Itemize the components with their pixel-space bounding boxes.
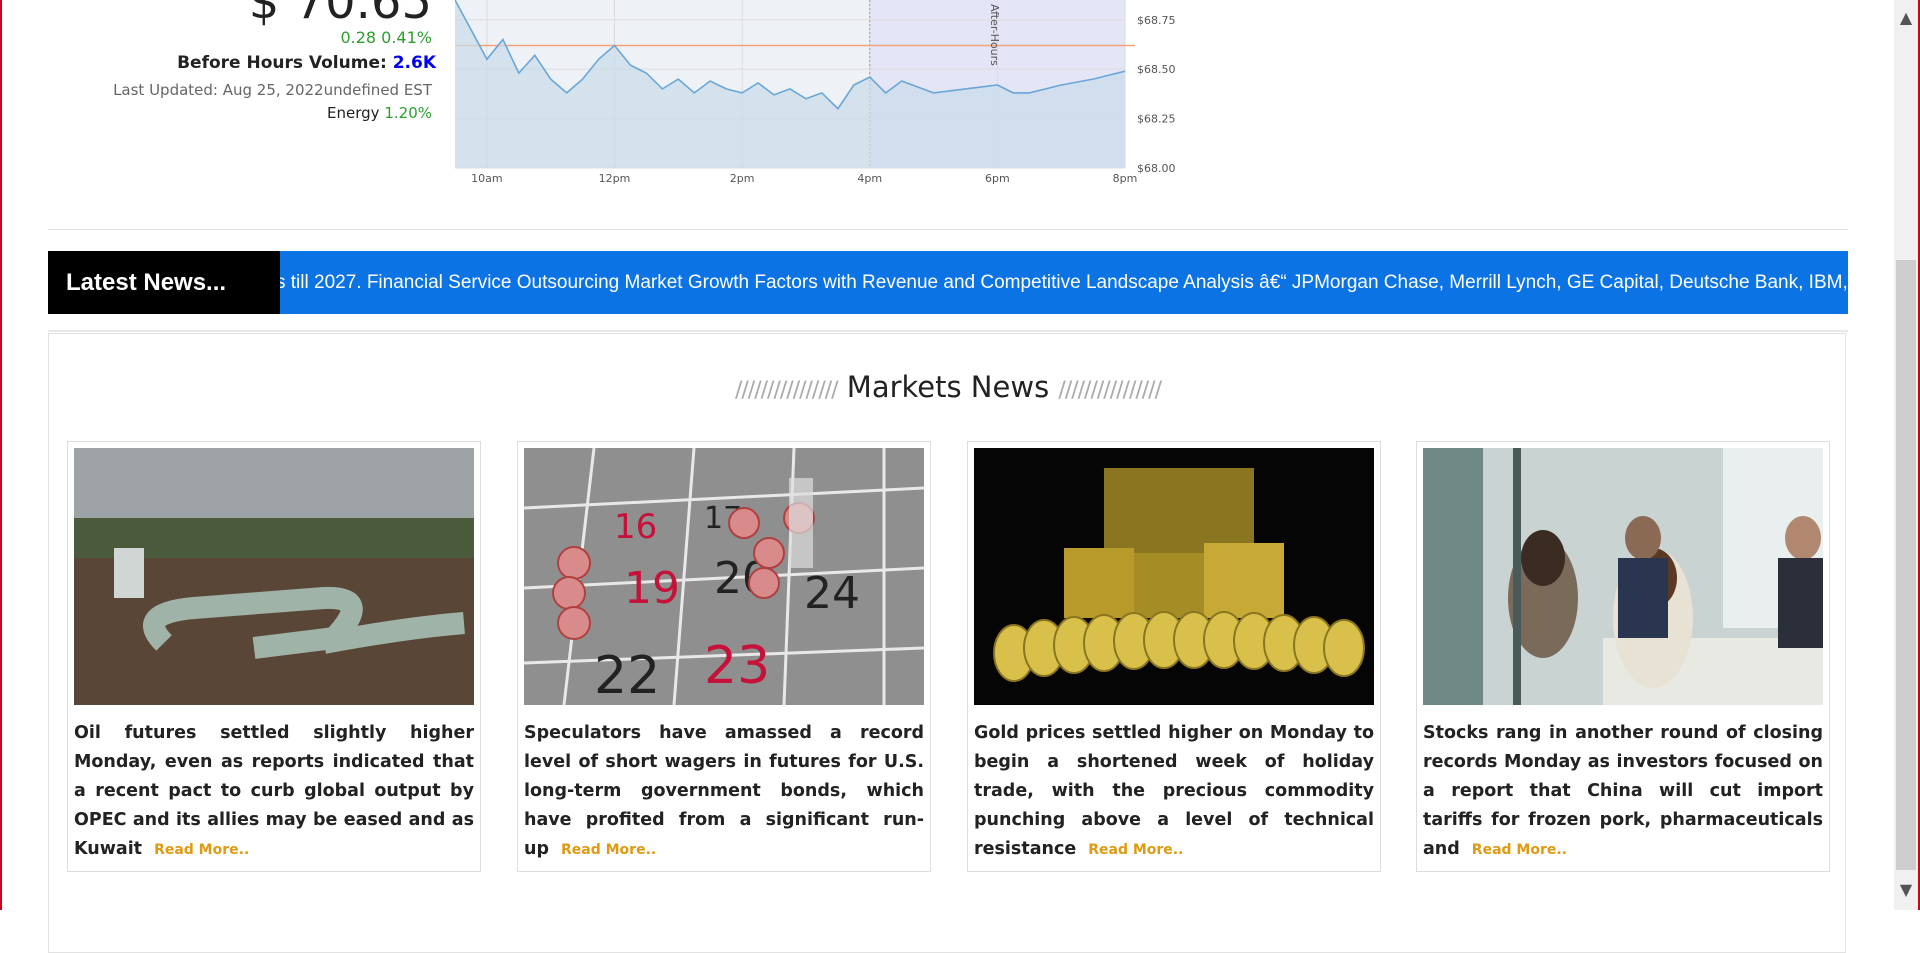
read-more-link[interactable]: Read More.. xyxy=(561,842,656,858)
volume-label: Before Hours Volume: xyxy=(177,53,387,73)
news-card[interactable]: Gold prices settled higher on Monday to … xyxy=(967,441,1381,872)
y-tick-label: $68.50 xyxy=(1137,63,1176,76)
y-tick-label: $68.25 xyxy=(1137,113,1176,126)
meeting-photo[interactable] xyxy=(1423,448,1823,705)
read-more-link[interactable]: Read More.. xyxy=(1472,842,1567,858)
decorative-slashes: //////////////// xyxy=(734,378,839,403)
after-hours-label: After-Hours xyxy=(988,4,1001,66)
news-card[interactable]: Oil futures settled slightly higher Mond… xyxy=(67,441,481,872)
svg-text:19: 19 xyxy=(624,563,680,614)
read-more-link[interactable]: Read More.. xyxy=(154,842,249,858)
y-tick-label: $68.75 xyxy=(1137,14,1176,27)
sector-name: Energy xyxy=(327,104,380,122)
ticker-text[interactable]: s till 2027. Financial Service Outsourci… xyxy=(280,251,1848,314)
divider xyxy=(48,229,1848,230)
ticker-headline[interactable]: s till 2027. Financial Service Outsourci… xyxy=(280,272,1848,293)
svg-text:24: 24 xyxy=(804,568,860,619)
section-heading: //////////////// Markets News //////////… xyxy=(0,370,1896,404)
decorative-slashes: //////////////// xyxy=(1058,378,1162,403)
svg-text:16: 16 xyxy=(614,507,657,547)
chevron-down-icon[interactable]: ▼ xyxy=(1894,878,1918,902)
x-tick-label: 6pm xyxy=(985,172,1010,185)
x-tick-label: 10am xyxy=(471,172,502,185)
card-text: Stocks rang in another round of closing … xyxy=(1423,719,1823,865)
last-updated: Last Updated: Aug 25, 2022undefined EST xyxy=(113,81,432,99)
volume-value: 2.6K xyxy=(392,53,436,73)
card-text: Oil futures settled slightly higher Mond… xyxy=(74,719,474,865)
roulette-photo[interactable]: 16 17 19 20 22 23 24 xyxy=(524,448,924,705)
x-tick-label: 4pm xyxy=(857,172,882,185)
divider xyxy=(48,330,1848,332)
card-text: Speculators have amassed a record level … xyxy=(524,719,924,865)
sector-info: Energy 1.20% xyxy=(327,104,432,122)
intraday-price-chart[interactable]: After-Hours $68.75 $68.50 $68.25 $68.00 10am 1… xyxy=(455,0,1185,188)
card-summary: Oil futures settled slightly higher Mond… xyxy=(74,723,474,859)
card-summary: Gold prices settled higher on Monday to … xyxy=(974,723,1374,859)
chevron-up-icon[interactable]: ▲ xyxy=(1894,6,1918,30)
card-summary: Stocks rang in another round of closing … xyxy=(1423,723,1823,859)
x-tick-label: 2pm xyxy=(730,172,755,185)
x-tick-label: 8pm xyxy=(1113,172,1138,185)
window-border-left xyxy=(0,0,2,910)
gold-photo[interactable] xyxy=(974,448,1374,705)
latest-news-ticker[interactable]: Latest News... s till 2027. Financial Se… xyxy=(48,251,1848,314)
y-tick-label: $68.00 xyxy=(1137,162,1176,175)
ticker-label: Latest News... xyxy=(48,251,280,314)
svg-text:23: 23 xyxy=(704,636,770,696)
card-summary: Speculators have amassed a record level … xyxy=(524,723,924,859)
stock-price: $ 70.65 xyxy=(248,0,432,30)
svg-text:22: 22 xyxy=(594,646,660,705)
scrollbar-thumb[interactable] xyxy=(1896,260,1916,870)
stock-change: 0.28 0.41% xyxy=(340,28,432,47)
card-text: Gold prices settled higher on Monday to … xyxy=(974,719,1374,865)
sector-change: 1.20% xyxy=(384,104,432,122)
news-card[interactable]: 16 17 19 20 22 23 24 Speculators have am… xyxy=(517,441,931,872)
x-tick-label: 12pm xyxy=(599,172,631,185)
news-card[interactable]: Stocks rang in another round of closing … xyxy=(1416,441,1830,872)
read-more-link[interactable]: Read More.. xyxy=(1088,842,1183,858)
pipeline-photo[interactable] xyxy=(74,448,474,705)
volume-info: Before Hours Volume: 2.6K xyxy=(177,53,436,73)
section-title: Markets News xyxy=(846,370,1050,404)
